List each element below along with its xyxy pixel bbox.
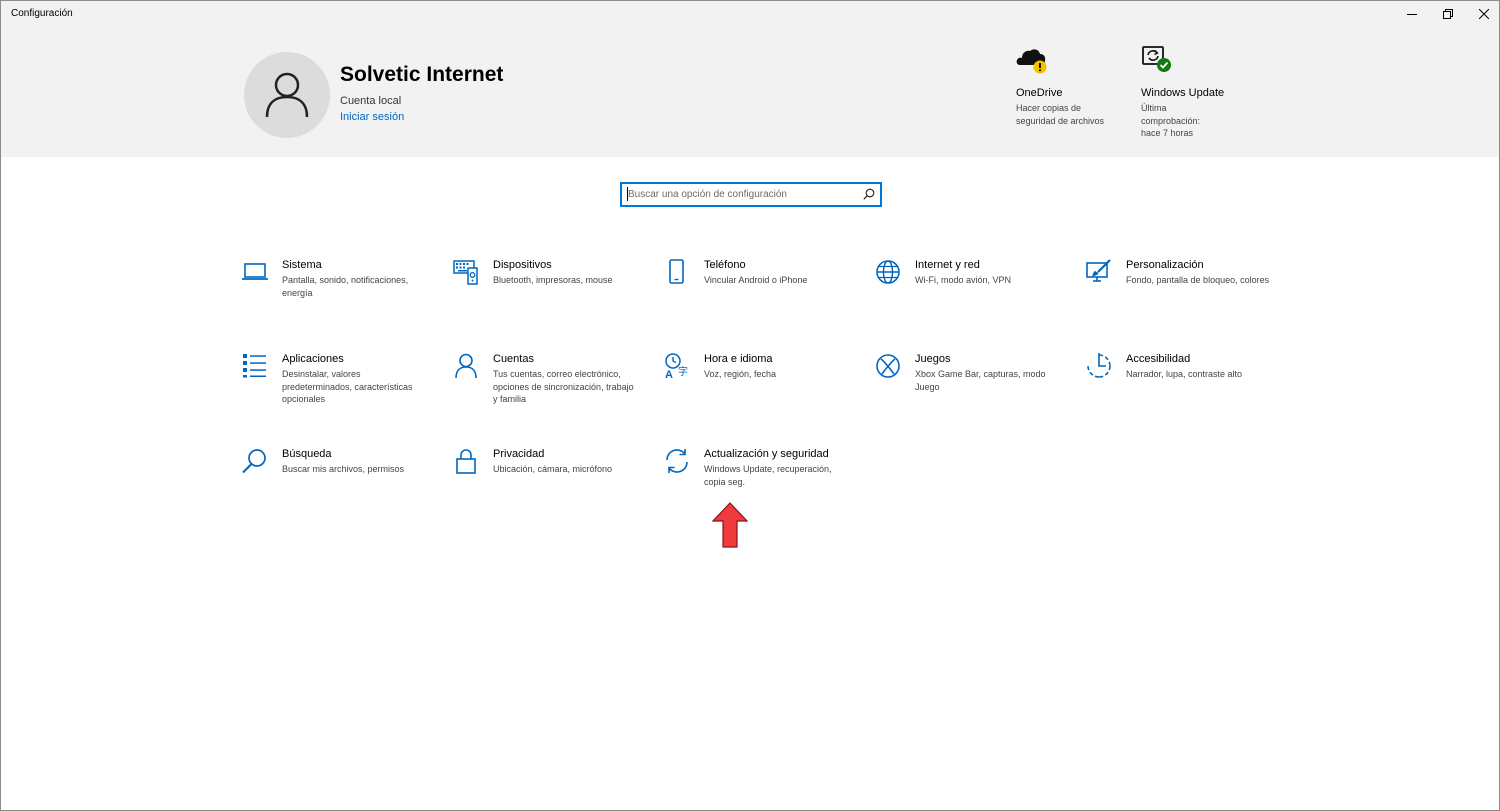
search-icon[interactable]: [863, 188, 875, 200]
category-desc: Desinstalar, valores predeterminados, ca…: [282, 369, 413, 404]
windows-update-title: Windows Update: [1141, 87, 1225, 99]
windows-update-status[interactable]: Windows Update Última comprobación: hace…: [1141, 45, 1251, 140]
category-desc: Voz, región, fecha: [704, 369, 777, 379]
category-sistema[interactable]: Sistema Pantalla, sonido, notificaciones…: [242, 259, 442, 339]
search-input[interactable]: [628, 186, 853, 202]
category-title: Cuentas: [493, 353, 534, 365]
sign-in-link[interactable]: Iniciar sesión: [340, 111, 404, 123]
onedrive-cloud-warning-icon: [1016, 45, 1047, 75]
category-title: Personalización: [1126, 259, 1204, 271]
minimize-icon: [1407, 14, 1417, 15]
apps-list-icon: [243, 354, 266, 378]
profile-name: Solvetic Internet: [340, 63, 504, 86]
user-silhouette-icon: [265, 72, 309, 118]
category-title: Teléfono: [704, 259, 746, 271]
svg-text:A: A: [665, 369, 673, 379]
phone-icon: [669, 259, 684, 284]
category-internet-y-red[interactable]: Internet y red Wi-Fi, modo avión, VPN: [875, 259, 1075, 339]
category-title: Juegos: [915, 353, 951, 365]
category-desc: Wi-Fi, modo avión, VPN: [915, 275, 1012, 285]
category-desc: Narrador, lupa, contraste alto: [1126, 369, 1243, 379]
account-type: Cuenta local: [340, 95, 402, 107]
category-accesibilidad[interactable]: Accesibilidad Narrador, lupa, contraste …: [1086, 353, 1286, 433]
category-title: Búsqueda: [282, 448, 332, 460]
time-language-icon: A 字: [665, 353, 688, 379]
onedrive-desc: Hacer copias de seguridad de archivos: [1016, 103, 1105, 126]
category-title: Hora e idioma: [704, 353, 773, 365]
category-desc: Tus cuentas, correo electrónico, opcione…: [493, 369, 634, 404]
search-icon: [242, 449, 266, 474]
category-desc: Xbox Game Bar, capturas, modo Juego: [915, 369, 1046, 392]
avatar[interactable]: [244, 52, 330, 138]
globe-icon: [876, 260, 900, 284]
accessibility-icon: [1087, 353, 1111, 378]
search-box[interactable]: [620, 182, 882, 207]
window-title: Configuración: [11, 8, 73, 19]
category-desc: Ubicación, cámara, micrófono: [493, 464, 613, 474]
category-aplicaciones[interactable]: Aplicaciones Desinstalar, valores predet…: [242, 353, 442, 433]
category-dispositivos[interactable]: Dispositivos Bluetooth, impresoras, mous…: [453, 259, 653, 339]
person-icon: [455, 353, 477, 379]
maximize-button[interactable]: [1430, 1, 1466, 27]
devices-icon: [453, 260, 478, 285]
close-icon: [1479, 9, 1489, 19]
restore-icon: [1443, 9, 1453, 19]
paint-icon: [1086, 259, 1111, 282]
category-title: Dispositivos: [493, 259, 552, 271]
laptop-icon: [242, 263, 268, 280]
sync-icon: [666, 449, 688, 473]
minimize-button[interactable]: [1394, 1, 1430, 27]
category-title: Internet y red: [915, 259, 980, 271]
category-privacidad[interactable]: Privacidad Ubicación, cámara, micrófono: [453, 448, 653, 528]
category-desc: Bluetooth, impresoras, mouse: [493, 275, 613, 285]
onedrive-status[interactable]: OneDrive Hacer copias de seguridad de ar…: [1016, 45, 1126, 127]
red-up-arrow-icon: [712, 502, 748, 548]
category-desc: Vincular Android o iPhone: [704, 275, 808, 285]
category-actualizacion-y-seguridad[interactable]: Actualización y seguridad Windows Update…: [664, 448, 864, 528]
settings-window: Configuración Solvetic Internet Cuenta l…: [0, 0, 1500, 811]
category-desc: Windows Update, recuperación, copia seg.: [704, 464, 832, 487]
category-title: Aplicaciones: [282, 353, 344, 365]
svg-text:字: 字: [678, 365, 688, 378]
xbox-icon: [876, 354, 900, 378]
category-hora-e-idioma[interactable]: A 字 Hora e idioma Voz, región, fecha: [664, 353, 864, 433]
category-desc: Pantalla, sonido, notificaciones, energí…: [282, 275, 409, 298]
category-title: Privacidad: [493, 448, 545, 460]
title-bar: Configuración: [1, 1, 1499, 27]
category-desc: Buscar mis archivos, permisos: [282, 464, 405, 474]
header-banner: Solvetic Internet Cuenta local Iniciar s…: [1, 27, 1499, 157]
category-juegos[interactable]: Juegos Xbox Game Bar, capturas, modo Jue…: [875, 353, 1075, 433]
category-title: Accesibilidad: [1126, 353, 1191, 365]
category-personalizacion[interactable]: Personalización Fondo, pantalla de bloqu…: [1086, 259, 1286, 339]
category-busqueda[interactable]: Búsqueda Buscar mis archivos, permisos: [242, 448, 442, 528]
category-telefono[interactable]: Teléfono Vincular Android o iPhone: [664, 259, 864, 339]
onedrive-title: OneDrive: [1016, 87, 1063, 99]
category-cuentas[interactable]: Cuentas Tus cuentas, correo electrónico,…: [453, 353, 653, 433]
close-button[interactable]: [1466, 1, 1499, 27]
lock-icon: [456, 449, 476, 474]
category-desc: Fondo, pantalla de bloqueo, colores: [1126, 275, 1270, 285]
windows-update-ok-icon: [1141, 45, 1171, 75]
category-title: Sistema: [282, 259, 322, 271]
category-title: Actualización y seguridad: [704, 448, 829, 460]
windows-update-desc: Última comprobación: hace 7 horas: [1141, 103, 1201, 138]
